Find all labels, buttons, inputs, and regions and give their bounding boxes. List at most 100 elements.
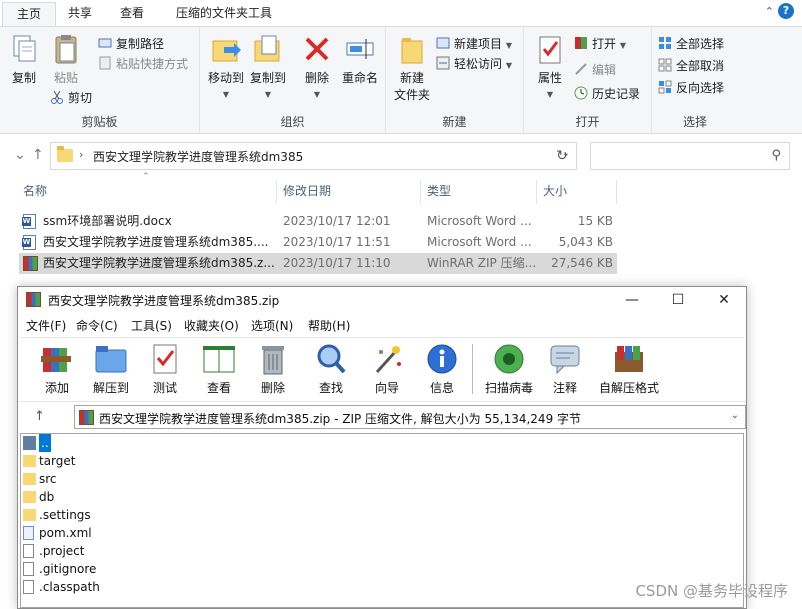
cut-label: 剪切	[68, 91, 93, 105]
column-header-date[interactable]: 修改日期	[279, 180, 421, 204]
file-row-selected[interactable]: 西安文理学院教学进度管理系统dm385.z... 2023/10/17 11:1…	[19, 253, 617, 274]
folder-icon	[23, 509, 36, 521]
test-label: 测试	[152, 381, 177, 395]
rename-icon	[344, 33, 376, 65]
winrar-delete-label: 删除	[260, 381, 285, 395]
recent-locations-chevron-icon[interactable]: ⌄	[14, 147, 26, 163]
up-arrow-icon[interactable]: ↑	[32, 147, 44, 163]
menu-commands[interactable]: 命令(C)	[76, 317, 118, 334]
menu-help[interactable]: 帮助(H)	[308, 317, 350, 334]
ribbon-collapse-chevron-icon[interactable]: ⌃	[765, 5, 774, 18]
menu-favorites[interactable]: 收藏夹(O)	[184, 317, 239, 334]
history-label: 历史记录	[592, 87, 641, 101]
test-checklist-icon	[147, 342, 183, 376]
file-row[interactable]: ssm环境部署说明.docx 2023/10/17 12:01 Microsof…	[19, 211, 617, 232]
csdn-watermark: CSDN @基务毕设程序	[635, 582, 788, 600]
file-row[interactable]: 西安文理学院教学进度管理系统dm385.... 2023/10/17 11:51…	[19, 232, 617, 253]
tab-share[interactable]: 共享	[54, 2, 106, 26]
comment-button[interactable]: 注释	[538, 342, 592, 396]
refresh-icon[interactable]: ↻	[548, 142, 577, 170]
scan-virus-button[interactable]: 扫描病毒	[482, 342, 536, 396]
copy-path-icon	[98, 36, 112, 50]
easy-access-button[interactable]: 轻松访问 ▼	[436, 55, 512, 73]
wizard-button[interactable]: 向导	[360, 342, 414, 396]
edit-label: 编辑	[592, 63, 617, 77]
sfx-button[interactable]: 自解压格式	[594, 342, 664, 396]
winrar-up-arrow-icon[interactable]: ↑	[34, 409, 45, 424]
select-none-label: 全部取消	[676, 59, 725, 73]
paste-shortcut-label: 粘贴快捷方式	[116, 57, 189, 71]
properties-button[interactable]: 属性 ▼	[530, 33, 570, 100]
wizard-label: 向导	[374, 381, 399, 395]
select-all-button[interactable]: 全部选择	[658, 35, 724, 53]
group-open: 属性 ▼ 打开 ▼ 编辑 历史记录 打开	[524, 27, 652, 133]
winrar-open-icon	[574, 36, 588, 50]
view-book-icon	[201, 342, 237, 376]
minimize-icon[interactable]: —	[610, 289, 654, 311]
rename-button[interactable]: 重命名	[338, 33, 382, 86]
winrar-delete-button[interactable]: 删除	[246, 342, 300, 396]
menu-options[interactable]: 选项(N)	[251, 317, 293, 334]
ribbon-tab-bar: 主页 共享 查看 压缩的文件夹工具 ⌃ ?	[0, 0, 802, 26]
column-header-type[interactable]: 类型	[423, 180, 537, 204]
test-button[interactable]: 测试	[138, 342, 192, 396]
move-to-icon	[210, 33, 242, 65]
open-button[interactable]: 打开 ▼	[574, 35, 626, 53]
group-organize: 移动到 ▼ 复制到 ▼ 删除 ▼ 重命名 组织	[200, 27, 386, 133]
invert-selection-button[interactable]: 反向选择	[658, 79, 724, 97]
group-select: 全部选择 全部取消 反向选择 选择	[652, 27, 738, 133]
find-button[interactable]: 查找	[304, 342, 358, 396]
winrar-menu-bar: 文件(F) 命令(C) 工具(S) 收藏夹(O) 选项(N) 帮助(H)	[18, 315, 746, 337]
winrar-title-bar[interactable]: 西安文理学院教学进度管理系统dm385.zip — ☐ ✕	[18, 287, 746, 313]
trash-can-icon	[255, 342, 291, 376]
close-icon[interactable]: ✕	[702, 289, 746, 311]
tab-home[interactable]: 主页	[2, 2, 57, 26]
find-label: 查找	[318, 381, 343, 395]
new-folder-icon	[396, 33, 428, 65]
new-item-button[interactable]: 新建项目 ▼	[436, 35, 512, 53]
menu-tools[interactable]: 工具(S)	[131, 317, 172, 334]
view-button[interactable]: 查看	[192, 342, 246, 396]
paste-shortcut-icon	[98, 56, 112, 70]
move-to-button[interactable]: 移动到 ▼	[206, 33, 246, 100]
select-none-icon	[658, 58, 672, 72]
winrar-path-dropdown-icon[interactable]: ⌄	[731, 410, 739, 421]
help-icon[interactable]: ?	[778, 3, 794, 19]
delete-x-icon	[301, 33, 333, 65]
history-button[interactable]: 历史记录	[574, 85, 640, 103]
address-bar[interactable]: › 西安文理学院教学进度管理系统dm385 ⌄	[50, 142, 577, 170]
new-folder-button[interactable]: 新建 文件夹	[392, 33, 432, 103]
winrar-path-row: ↑ 西安文理学院教学进度管理系统dm385.zip - ZIP 压缩文件, 解包…	[18, 401, 746, 431]
cut-button[interactable]: 剪切	[50, 89, 92, 107]
select-none-button[interactable]: 全部取消	[658, 57, 724, 75]
info-button[interactable]: 信息	[415, 342, 469, 396]
copy-button[interactable]: 复制	[6, 33, 42, 86]
extract-to-button[interactable]: 解压到	[84, 342, 138, 396]
copy-to-button[interactable]: 复制到 ▼	[248, 33, 288, 100]
copy-label: 复制	[11, 71, 36, 85]
file-date: 2023/10/17 11:10	[283, 256, 391, 270]
file-type: Microsoft Word ...	[427, 235, 532, 249]
delete-button[interactable]: 删除 ▼	[300, 33, 334, 100]
breadcrumb-separator-icon[interactable]: ›	[79, 148, 83, 161]
move-to-label: 移动到 ▼	[207, 71, 244, 99]
group-open-label: 打开	[575, 115, 600, 129]
copy-path-button[interactable]: 复制路径	[98, 35, 164, 53]
menu-file[interactable]: 文件(F)	[26, 317, 66, 334]
column-header-size[interactable]: 大小	[539, 180, 617, 204]
add-button[interactable]: 添加	[30, 342, 84, 396]
winrar-archive-icon	[79, 410, 94, 425]
column-header-name[interactable]: 名称	[19, 180, 277, 204]
paste-shortcut-button[interactable]: 粘贴快捷方式	[98, 55, 188, 73]
edit-button[interactable]: 编辑	[574, 61, 616, 79]
file-date: 2023/10/17 12:01	[283, 214, 391, 228]
tab-view[interactable]: 查看	[106, 2, 158, 26]
address-path[interactable]: 西安文理学院教学进度管理系统dm385	[93, 148, 303, 165]
search-input[interactable]: ⚲	[590, 142, 790, 170]
winrar-path-box[interactable]: 西安文理学院教学进度管理系统dm385.zip - ZIP 压缩文件, 解包大小…	[74, 405, 746, 429]
copy-to-icon	[252, 33, 284, 65]
maximize-icon[interactable]: ☐	[656, 289, 700, 311]
paste-button[interactable]: 粘贴	[48, 33, 84, 86]
tab-compressed-folder-tools[interactable]: 压缩的文件夹工具	[162, 2, 286, 26]
file-icon	[23, 544, 34, 558]
